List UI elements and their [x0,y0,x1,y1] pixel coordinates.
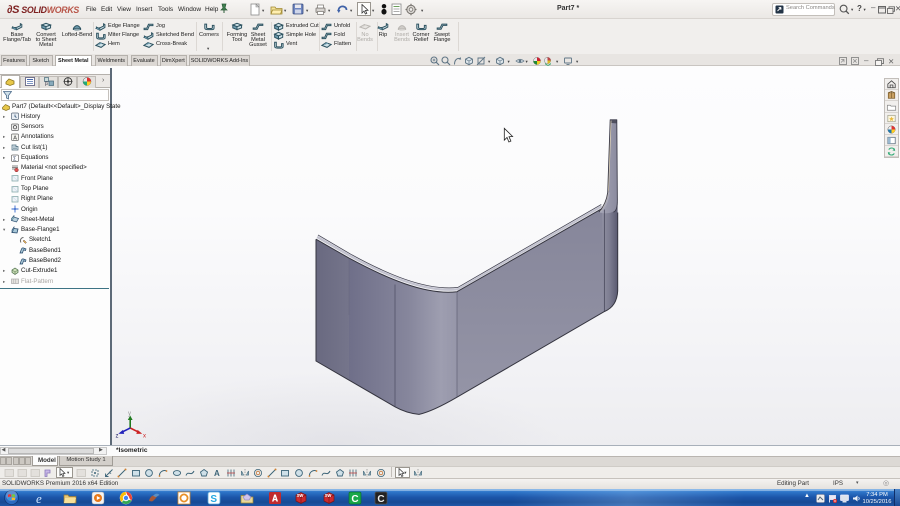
svg-text:A: A [214,469,220,478]
svg-text:SW: SW [325,493,332,498]
svg-text:C: C [377,494,384,505]
svg-text:y: y [128,411,131,417]
svg-text:A: A [13,135,17,141]
svg-text:C: C [351,494,358,505]
svg-text:z: z [116,434,119,440]
svg-text:S: S [210,494,217,505]
svg-text:SW: SW [297,493,304,498]
svg-text:x: x [143,434,146,440]
svg-text:β: β [45,81,48,86]
svg-text:e: e [36,491,42,505]
svg-text:Σ: Σ [13,156,17,162]
